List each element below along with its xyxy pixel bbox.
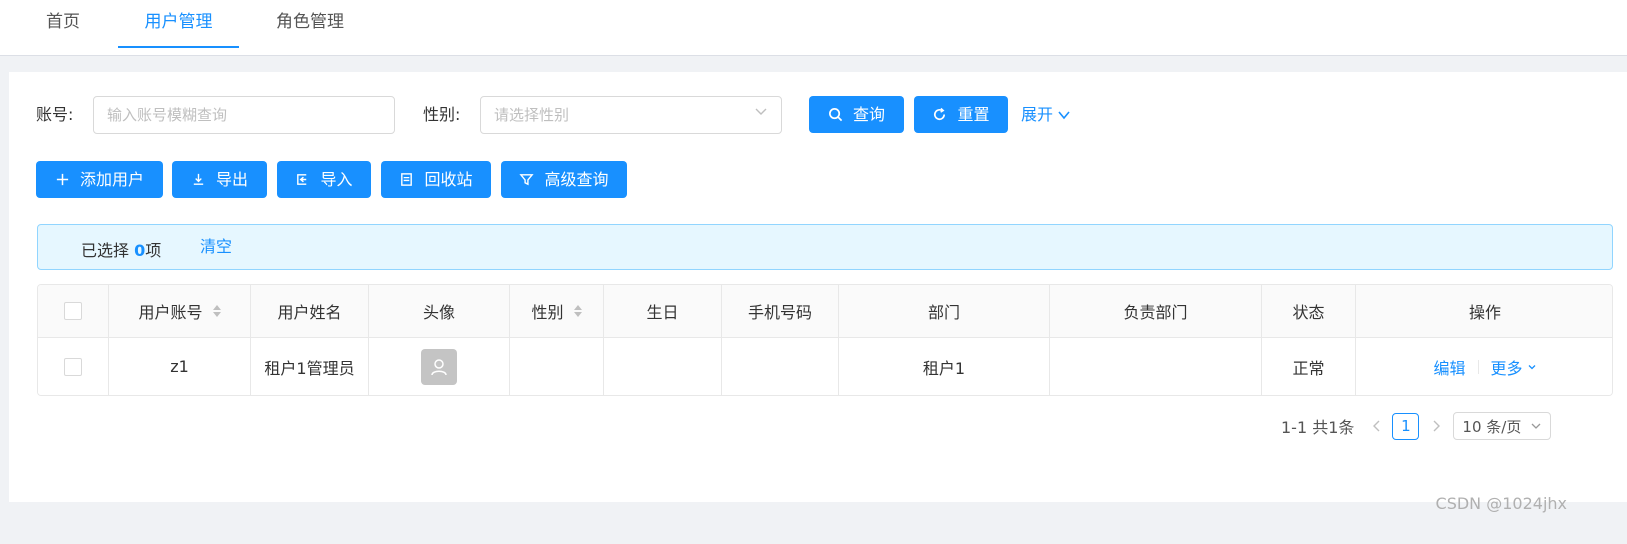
import-icon [297, 174, 307, 185]
cell-responsible-department [1050, 338, 1262, 395]
header-status: 状态 [1262, 285, 1356, 337]
header-phone: 手机号码 [722, 285, 839, 337]
reload-icon [934, 107, 946, 121]
gender-label: 性别: [423, 105, 461, 124]
tab-role-management[interactable]: 角色管理 [258, 0, 362, 48]
tab-user-management[interactable]: 用户管理 [118, 0, 239, 48]
search-icon [829, 108, 843, 122]
reset-button-label: 重置 [957, 105, 990, 124]
query-button-label: 查询 [852, 105, 885, 124]
cell-name: 租户1管理员 [251, 338, 369, 395]
import-button[interactable]: 导入 [277, 161, 371, 198]
header-actions: 操作 [1468, 303, 1501, 322]
divider [1477, 359, 1479, 374]
cell-department: 租户1 [839, 338, 1050, 395]
account-label: 账号: [36, 105, 74, 124]
tab-home[interactable]: 首页 [28, 0, 98, 48]
expand-link-label: 展开 [1021, 105, 1054, 124]
top-tab-bar: 首页 用户管理 角色管理 [0, 0, 1627, 56]
header-account[interactable]: 用户账号 [109, 285, 251, 337]
header-select-all-cell [38, 285, 109, 337]
pagination: 1-1 共1条 1 10 条/页 [1281, 412, 1552, 440]
export-button-label: 导出 [215, 170, 248, 189]
cell-actions: 编辑 更多 [1356, 338, 1612, 395]
query-button[interactable]: 查询 [809, 96, 904, 133]
pagination-summary: 1-1 共1条 [1281, 418, 1355, 437]
select-all-checkbox[interactable] [64, 302, 82, 320]
export-button[interactable]: 导出 [172, 161, 267, 198]
row-select-cell [38, 338, 109, 395]
header-birthday: 生日 [604, 285, 722, 337]
cell-gender [510, 338, 604, 395]
selection-prefix: 已选择 [81, 241, 130, 260]
recycle-bin-button[interactable]: 回收站 [381, 161, 491, 198]
header-department: 部门 [839, 285, 1050, 337]
cell-phone [722, 338, 839, 395]
chevron-down-icon [1531, 423, 1541, 429]
header-gender-label: 性别 [531, 303, 564, 322]
user-table: 用户账号 用户姓名 头像 性别 生日 手机号码 部门 负责部门 状态 操作 z1… [37, 284, 1613, 396]
chevron-down-icon [755, 108, 767, 115]
chevron-left-icon[interactable] [1370, 419, 1384, 433]
plus-icon [56, 173, 69, 186]
gender-select-placeholder: 请选择性别 [494, 106, 570, 124]
user-icon [431, 358, 447, 375]
more-dropdown[interactable]: 更多 [1491, 355, 1537, 379]
recycle-bin-icon [401, 173, 413, 186]
header-gender[interactable]: 性别 [510, 285, 604, 337]
download-icon [193, 173, 204, 185]
expand-link[interactable]: 展开 [1021, 105, 1071, 125]
page-size-select[interactable]: 10 条/页 [1453, 412, 1552, 440]
selection-suffix: 项 [145, 241, 162, 260]
main-card: 账号: 输入账号模糊查询 性别: 请选择性别 查询 重置 展开 添加用户 导出 … [9, 72, 1627, 502]
cell-avatar [369, 338, 510, 395]
add-user-button-label: 添加用户 [79, 170, 144, 189]
page-1-button[interactable]: 1 [1392, 412, 1420, 440]
table-row: z1 租户1管理员 租户1 正常 编辑 更多 [38, 338, 1612, 395]
filter-icon [519, 174, 535, 186]
clear-selection-link[interactable]: 清空 [200, 237, 232, 257]
cell-account: z1 [109, 338, 251, 395]
header-account-label: 用户账号 [138, 303, 203, 322]
more-link-label: 更多 [1490, 358, 1523, 378]
header-responsible-department: 负责部门 [1050, 285, 1262, 337]
avatar [421, 348, 457, 385]
watermark: CSDN @1024jhx [1435, 494, 1567, 513]
advanced-query-button-label: 高级查询 [544, 170, 609, 189]
row-checkbox[interactable] [64, 357, 82, 376]
account-search-input[interactable]: 输入账号模糊查询 [93, 96, 395, 134]
recycle-bin-button-label: 回收站 [424, 170, 473, 189]
reset-button[interactable]: 重置 [914, 96, 1008, 133]
selection-count: 0 [134, 241, 146, 260]
cell-birthday [604, 338, 722, 395]
add-user-button[interactable]: 添加用户 [36, 161, 163, 198]
sort-icon[interactable] [573, 305, 582, 317]
chevron-right-icon[interactable] [1429, 419, 1443, 433]
gender-select[interactable]: 请选择性别 [480, 96, 782, 134]
cell-status: 正常 [1262, 338, 1356, 395]
advanced-query-button[interactable]: 高级查询 [501, 161, 627, 198]
header-avatar: 头像 [369, 285, 510, 337]
import-button-label: 导入 [320, 170, 353, 189]
page-size-value: 10 条/页 [1462, 417, 1522, 436]
header-name: 用户姓名 [251, 285, 369, 337]
sort-icon[interactable] [212, 305, 221, 317]
chevron-down-icon [1528, 364, 1535, 369]
chevron-down-icon [1058, 111, 1070, 120]
selection-text: 已选择 0项 [81, 237, 161, 261]
table-header-row: 用户账号 用户姓名 头像 性别 生日 手机号码 部门 负责部门 状态 操作 [38, 285, 1612, 338]
selection-alert: 已选择 0项 清空 [37, 224, 1613, 270]
edit-link[interactable]: 编辑 [1433, 355, 1465, 379]
